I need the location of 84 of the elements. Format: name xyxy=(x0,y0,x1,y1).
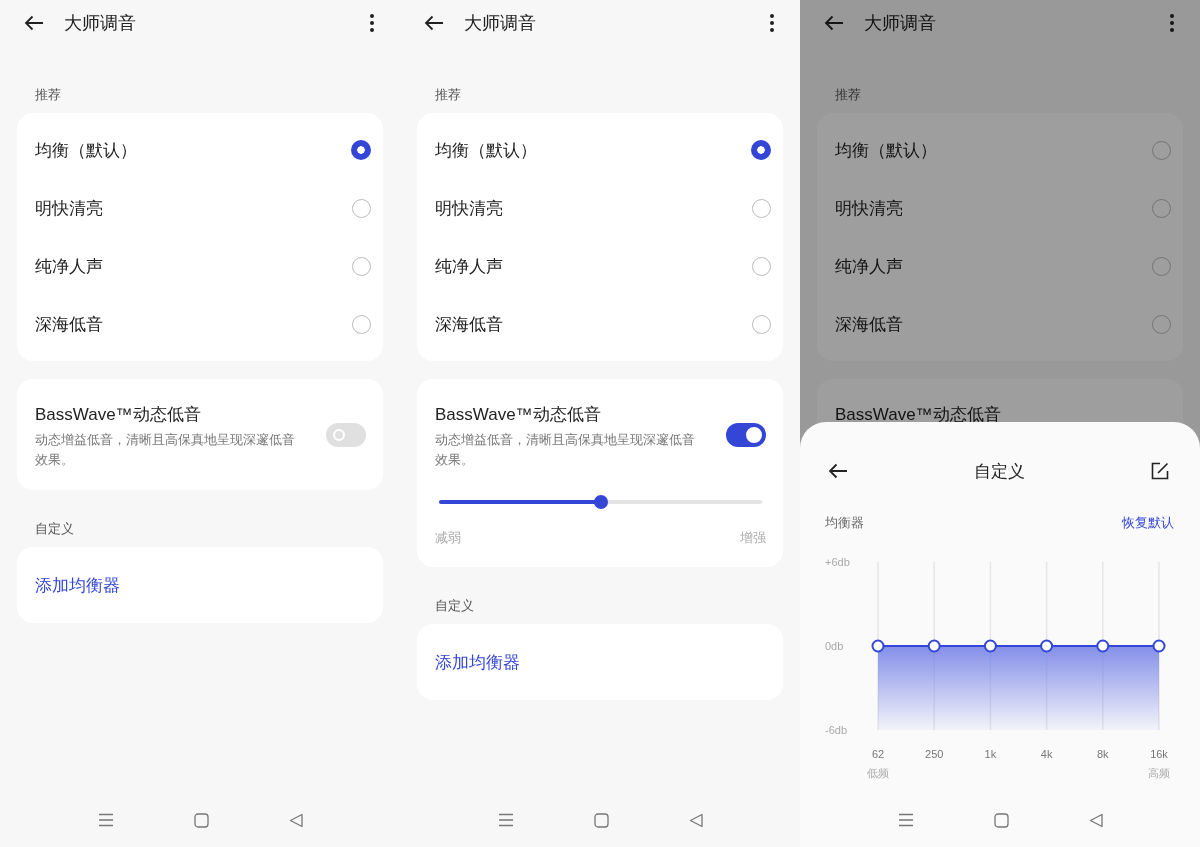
section-label: 推荐 xyxy=(834,86,862,104)
more-options-icon[interactable] xyxy=(770,14,774,32)
preset-option[interactable]: 纯净人声 xyxy=(17,237,383,295)
menu-icon[interactable] xyxy=(897,813,914,827)
eq-handle[interactable] xyxy=(1096,639,1110,653)
page-title: 大师调音 xyxy=(64,12,136,35)
section-label: 自定义 xyxy=(34,520,75,538)
radio-button[interactable] xyxy=(751,140,771,160)
frequency-label: 62 xyxy=(871,748,885,760)
back-arrow-icon[interactable] xyxy=(828,463,848,479)
high-frequency-label: 高频 xyxy=(1148,767,1170,779)
feature-description: 动态增益低音，清晰且高保真地呈现深邃低音效果。 xyxy=(35,431,296,469)
y-axis-label: -6db xyxy=(825,724,848,736)
slider-thumb[interactable] xyxy=(593,495,608,509)
preset-label: 明快清亮 xyxy=(435,197,503,220)
frequency-label: 250 xyxy=(925,748,944,760)
preset-label: 深海低音 xyxy=(435,313,503,336)
preset-label: 均衡（默认） xyxy=(835,139,937,162)
feature-title: BassWave™动态低音 xyxy=(435,404,602,426)
preset-option[interactable]: 纯净人声 xyxy=(817,237,1183,295)
preset-option[interactable]: 深海低音 xyxy=(17,295,383,353)
eq-handle[interactable] xyxy=(1152,639,1166,653)
eq-handle[interactable] xyxy=(927,639,941,653)
page-title: 大师调音 xyxy=(464,12,536,35)
low-frequency-label: 低频 xyxy=(867,767,889,779)
more-options-icon[interactable] xyxy=(370,14,374,32)
preset-label: 纯净人声 xyxy=(435,255,503,278)
eq-handle[interactable] xyxy=(871,639,885,653)
frequency-label: 16k xyxy=(1150,748,1168,760)
back-icon[interactable] xyxy=(1088,812,1103,828)
home-icon[interactable] xyxy=(193,812,209,828)
add-equalizer-link[interactable]: 添加均衡器 xyxy=(35,573,120,597)
menu-icon[interactable] xyxy=(97,813,114,827)
more-options-icon[interactable] xyxy=(1170,14,1174,32)
slider-max-label: 增强 xyxy=(740,529,766,547)
y-axis-label: 0db xyxy=(825,640,844,652)
preset-label: 纯净人声 xyxy=(35,255,103,278)
home-icon[interactable] xyxy=(593,812,609,828)
feature-title: BassWave™动态低音 xyxy=(35,404,202,426)
back-arrow-icon[interactable] xyxy=(424,15,444,31)
preset-label: 均衡（默认） xyxy=(435,139,537,162)
section-label: 推荐 xyxy=(434,86,462,104)
section-label: 自定义 xyxy=(434,597,475,615)
reset-link[interactable]: 恢复默认 xyxy=(1122,514,1174,532)
preset-option[interactable]: 均衡（默认） xyxy=(417,121,783,179)
preset-label: 明快清亮 xyxy=(35,197,103,220)
frequency-label: 1k xyxy=(984,748,997,760)
preset-option[interactable]: 深海低音 xyxy=(417,295,783,353)
feature-title: BassWave™动态低音 xyxy=(835,404,1002,426)
preset-option[interactable]: 明快清亮 xyxy=(817,179,1183,237)
preset-label: 均衡（默认） xyxy=(35,139,137,162)
frequency-label: 8k xyxy=(1097,748,1109,760)
preset-option[interactable]: 均衡（默认） xyxy=(17,121,383,179)
preset-option[interactable]: 纯净人声 xyxy=(417,237,783,295)
toggle-switch[interactable] xyxy=(726,423,766,447)
feature-description: 动态增益低音，清晰且高保真地呈现深邃低音效果。 xyxy=(435,431,696,469)
preset-option[interactable]: 明快清亮 xyxy=(17,179,383,237)
back-arrow-icon[interactable] xyxy=(24,15,44,31)
toggle-switch[interactable] xyxy=(326,423,366,447)
preset-option[interactable]: 明快清亮 xyxy=(417,179,783,237)
preset-label: 纯净人声 xyxy=(835,255,903,278)
back-arrow-icon[interactable] xyxy=(824,15,844,31)
section-label: 推荐 xyxy=(34,86,62,104)
preset-label: 明快清亮 xyxy=(835,197,903,220)
home-icon[interactable] xyxy=(993,812,1009,828)
eq-handle[interactable] xyxy=(983,639,997,653)
preset-option[interactable]: 均衡（默认） xyxy=(817,121,1183,179)
frequency-label: 4k xyxy=(1040,748,1053,760)
add-equalizer-link[interactable]: 添加均衡器 xyxy=(435,650,520,674)
y-axis-label: +6db xyxy=(825,556,850,568)
preset-label: 深海低音 xyxy=(835,313,903,336)
menu-icon[interactable] xyxy=(497,813,514,827)
edit-icon[interactable] xyxy=(1151,462,1169,480)
section-label: 均衡器 xyxy=(825,514,864,532)
slider-min-label: 减弱 xyxy=(435,529,461,547)
page-title: 大师调音 xyxy=(864,12,936,35)
sheet-title: 自定义 xyxy=(974,460,1025,483)
preset-option[interactable]: 深海低音 xyxy=(817,295,1183,353)
back-icon[interactable] xyxy=(688,812,703,828)
preset-label: 深海低音 xyxy=(35,313,103,336)
radio-button[interactable] xyxy=(351,140,371,160)
eq-handle[interactable] xyxy=(1040,639,1054,653)
slider[interactable] xyxy=(439,495,762,509)
back-icon[interactable] xyxy=(288,812,303,828)
